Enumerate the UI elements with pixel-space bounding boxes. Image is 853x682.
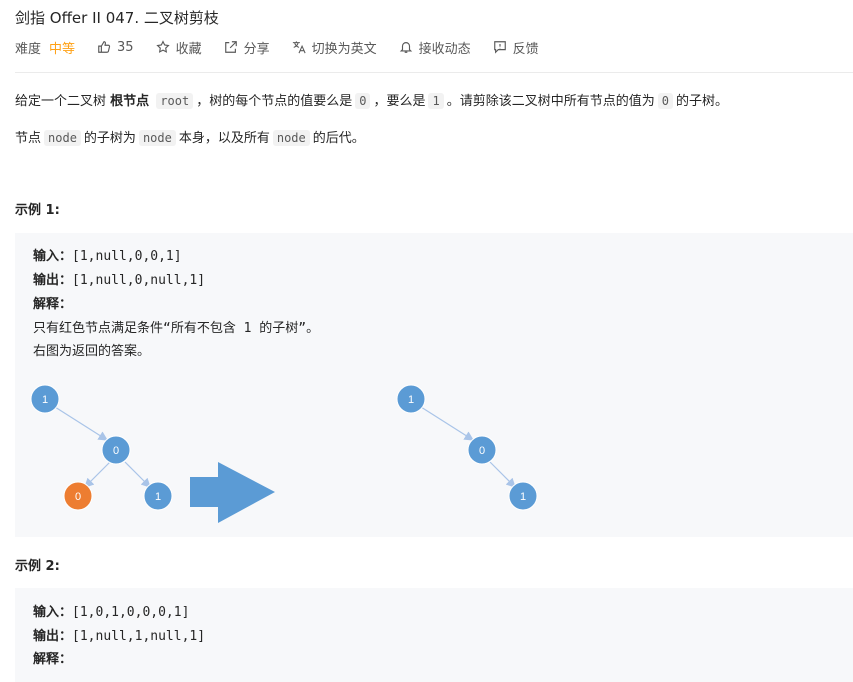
svg-text:1: 1 — [520, 491, 526, 503]
thumbs-up-icon — [98, 41, 111, 53]
left-tree-edge — [124, 461, 151, 488]
desc-text: 本身，以及所有 — [178, 131, 270, 146]
right-tree-root-node: 1 — [396, 384, 426, 414]
desc-text: 的子树为 — [83, 131, 136, 146]
right-tree-leaf-node: 1 — [508, 481, 538, 511]
share-label: 分享 — [243, 41, 270, 57]
inline-code: node — [272, 130, 310, 146]
feedback-label: 反馈 — [512, 41, 539, 57]
input-label: 输入： — [33, 605, 73, 620]
desc-text: 。请剪除该二叉树中所有节点的值为 — [446, 94, 655, 109]
example-2-title: 示例 2: — [15, 559, 60, 574]
svg-text:0: 0 — [75, 491, 81, 503]
header-divider — [15, 72, 853, 73]
inline-code: 1 — [428, 93, 444, 109]
svg-text:0: 0 — [479, 445, 485, 457]
example-2-block: 输入：[1,0,1,0,0,0,1] 输出：[1,null,1,null,1] … — [15, 588, 853, 682]
output-value: [1,null,1,null,1] — [72, 629, 206, 644]
favorite-label: 收藏 — [175, 41, 202, 57]
description-paragraph-1: 给定一个二叉树 根节点 root ，树的每个节点的值要么是 0 ，要么是 1 。请剪除该二… — [15, 90, 728, 109]
translate-label: 切换为英文 — [311, 41, 377, 57]
left-tree-mid-node: 0 — [101, 435, 131, 465]
inline-code: node — [138, 130, 176, 146]
feedback-icon — [493, 41, 506, 54]
left-tree-root-node: 1 — [30, 384, 60, 414]
translate-button[interactable]: 切换为英文 — [292, 38, 377, 57]
example-2-output: 输出：[1,null,1,null,1] — [33, 625, 205, 644]
inline-code: 0 — [355, 93, 371, 109]
desc-text: ，树的每个节点的值要么是 — [196, 94, 353, 109]
svg-text:1: 1 — [155, 491, 161, 503]
inline-code: 0 — [657, 93, 673, 109]
desc-text: 的后代。 — [312, 131, 365, 146]
share-icon — [224, 41, 237, 53]
feedback-button[interactable]: 反馈 — [493, 38, 539, 57]
right-tree-edge — [420, 406, 475, 441]
like-count: 35 — [117, 39, 134, 55]
input-value: [1,0,1,0,0,0,1] — [72, 605, 190, 620]
inline-code: root — [156, 93, 194, 109]
desc-bold: 根节点 — [110, 94, 150, 109]
desc-text: ，要么是 — [373, 94, 426, 109]
example-1-tree-diagram: 1 0 0 1 1 0 1 — [30, 384, 538, 523]
explain-label: 解释： — [33, 652, 73, 667]
output-label: 输出： — [33, 629, 73, 644]
difficulty-label: 难度 — [15, 41, 42, 57]
description-paragraph-2: 节点 node 的子树为 node 本身，以及所有 node 的后代。 — [15, 127, 365, 146]
example-2-input: 输入：[1,0,1,0,0,0,1] — [33, 601, 189, 620]
svg-text:1: 1 — [42, 394, 48, 406]
difficulty: 难度 中等 — [15, 38, 75, 57]
bell-icon — [399, 42, 412, 53]
notify-button[interactable]: 接收动态 — [399, 38, 471, 57]
problem-title: 剑指 Offer II 047. 二叉树剪枝 — [15, 9, 219, 27]
notify-label: 接收动态 — [418, 41, 471, 57]
right-tree-edge — [489, 461, 516, 488]
difficulty-value: 中等 — [49, 41, 76, 57]
favorite-button[interactable]: 收藏 — [155, 38, 202, 57]
left-tree-blue-leaf-node: 1 — [143, 481, 173, 511]
inline-code: node — [44, 130, 81, 146]
svg-text:0: 0 — [113, 445, 119, 457]
left-tree-red-leaf-node: 0 — [63, 481, 93, 511]
svg-text:1: 1 — [408, 394, 414, 406]
left-tree-edge — [84, 461, 111, 488]
desc-text: 节点 — [15, 131, 42, 146]
like-button[interactable]: 35 — [97, 40, 134, 55]
translate-icon — [292, 41, 306, 54]
transform-arrow-icon — [190, 462, 275, 523]
problem-meta-bar: 难度 中等 35 收藏 分享 切换为英文 接收动态 反馈 — [15, 38, 561, 57]
left-tree-edge — [54, 406, 109, 441]
example-2-explain-label: 解释： — [33, 648, 72, 667]
star-icon — [155, 40, 170, 53]
example-1-block: 输入：[1,null,0,0,1] 输出：[1,null,0,null,1] 解… — [15, 233, 853, 537]
example-1-title: 示例 1: — [15, 203, 60, 218]
desc-text: 给定一个二叉树 — [15, 94, 107, 109]
right-tree-mid-node: 0 — [467, 435, 497, 465]
share-button[interactable]: 分享 — [224, 38, 270, 57]
desc-text: 的子树。 — [675, 94, 728, 109]
